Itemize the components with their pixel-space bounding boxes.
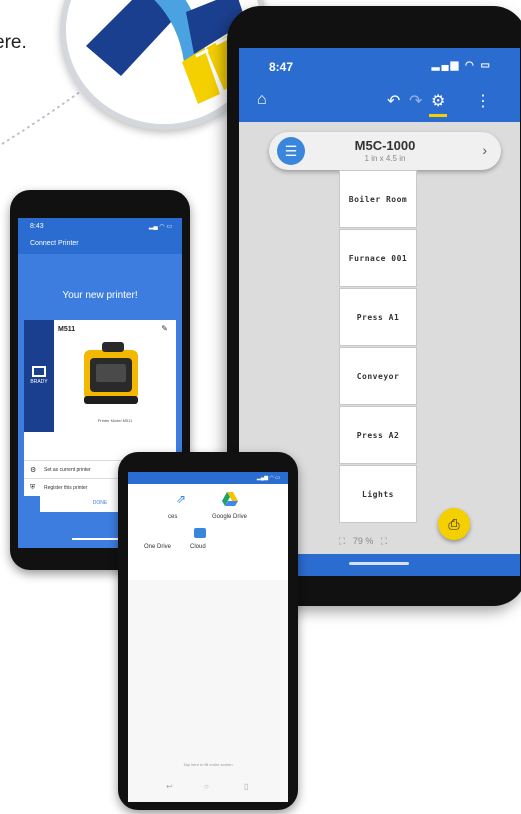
label-card[interactable]: Press A2 [339,406,417,464]
brand-text: BRADY [30,379,48,385]
printer-model: M511 [58,326,76,333]
label-strip: Boiler Room Furnace 001 Press A1 Conveyo… [339,160,419,576]
brand-panel: BRADY [24,320,54,432]
editor-toolbar: ⌂ ↶ ↷ ⚙ ⋮ [239,82,520,122]
status-bar: ▂▄▆ ◠ ▭ [128,472,288,484]
undo-icon[interactable]: ↶ [387,91,400,111]
footer-hint: Tap here to fill entire screen [183,762,233,767]
shield-icon: ⛨ [30,484,36,491]
status-icons: ▂▄▆ ◠ ▭ [431,60,492,71]
label-card[interactable]: Furnace 001 [339,229,417,287]
chevron-right-icon: › [482,142,487,158]
file-source-screen: ▂▄▆ ◠ ▭ ⇗ ces Google Drive One Drive Clo… [128,472,288,802]
label-text: Press A2 [356,430,400,440]
zoom-in-icon[interactable]: ⛶ [381,536,387,546]
home-nav-icon[interactable]: ○ [204,782,209,791]
label-text: Furnace 001 [348,253,408,263]
google-drive-label[interactable]: Google Drive [212,514,247,520]
label-text: Conveyor [356,371,400,381]
label-card[interactable]: Boiler Room [339,170,417,228]
one-drive-label[interactable]: One Drive [144,544,171,550]
partial-label: ces [168,514,178,520]
zoom-controls: ⛶ 79 % ⛶ [339,536,387,547]
template-model: M5C-1000 [354,138,416,153]
page-title: Your new printer! [62,290,138,301]
cloud-label[interactable]: Cloud [190,544,206,550]
status-bar: 8:47 ▂▄▆ ◠ ▭ [239,48,520,82]
status-icons: ▂▄ ◠ ▭ [148,224,172,230]
printer-card: BRADY M511 ✎ Printer Model M511 [24,320,176,460]
printer-image [84,342,138,404]
label-card[interactable]: Press A1 [339,288,417,346]
printer-model-label: Printer Model M511 [97,418,133,423]
home-icon[interactable]: ⌂ [257,91,267,109]
label-text: Boiler Room [348,194,408,204]
status-icons: ▂▄▆ ◠ ▭ [256,475,280,481]
row-label: Set as current printer [44,467,91,473]
settings-icon[interactable]: ⚙ [431,91,445,111]
zoom-out-icon[interactable]: ⛶ [339,536,345,546]
printer-icon: ⎙ [448,516,460,532]
google-drive-icon[interactable] [222,492,238,506]
storage-options: ⇗ ces Google Drive One Drive Cloud [128,484,288,580]
phone-file-source: ▂▄▆ ◠ ▭ ⇗ ces Google Drive One Drive Clo… [118,452,298,810]
brady-logo-icon [32,366,46,377]
recents-nav-icon[interactable]: ▯ [244,782,248,791]
gear-icon: ⚙ [30,467,37,474]
marketing-composite: ere. 8:47 ▂▄▆ ◠ ▭ ⌂ ↶ ↷ ⚙ ⋮ [0,0,521,814]
active-tab-indicator [429,114,447,117]
status-time: 8:47 [269,60,294,74]
partial-icon: ⇗ [176,492,187,506]
row-label: Register this printer [44,485,88,491]
header-title: Connect Printer [30,240,79,247]
redo-icon[interactable]: ↷ [409,91,422,111]
intro-text: ere. [0,32,27,53]
zoom-level: 79 % [352,536,374,546]
brady-logo: BRADY [28,366,50,386]
home-indicator [349,562,409,565]
label-card[interactable]: Lights [339,465,417,523]
app-header: Connect Printer [18,236,182,254]
dotted-arc [1,85,89,145]
status-bar: 8:43 ▂▄ ◠ ▭ [18,218,182,236]
system-nav-bar: ↩ ○ ▯ [128,778,288,798]
print-button[interactable]: ⎙ [438,508,470,540]
status-time: 8:43 [30,223,44,230]
label-card[interactable]: Conveyor [339,347,417,405]
label-text: Lights [362,489,394,499]
cloud-icon[interactable] [194,528,206,538]
back-nav-icon[interactable]: ↩ [166,782,173,791]
edit-icon[interactable]: ✎ [161,324,168,333]
more-icon[interactable]: ⋮ [475,91,491,111]
label-text: Press A1 [356,312,400,322]
